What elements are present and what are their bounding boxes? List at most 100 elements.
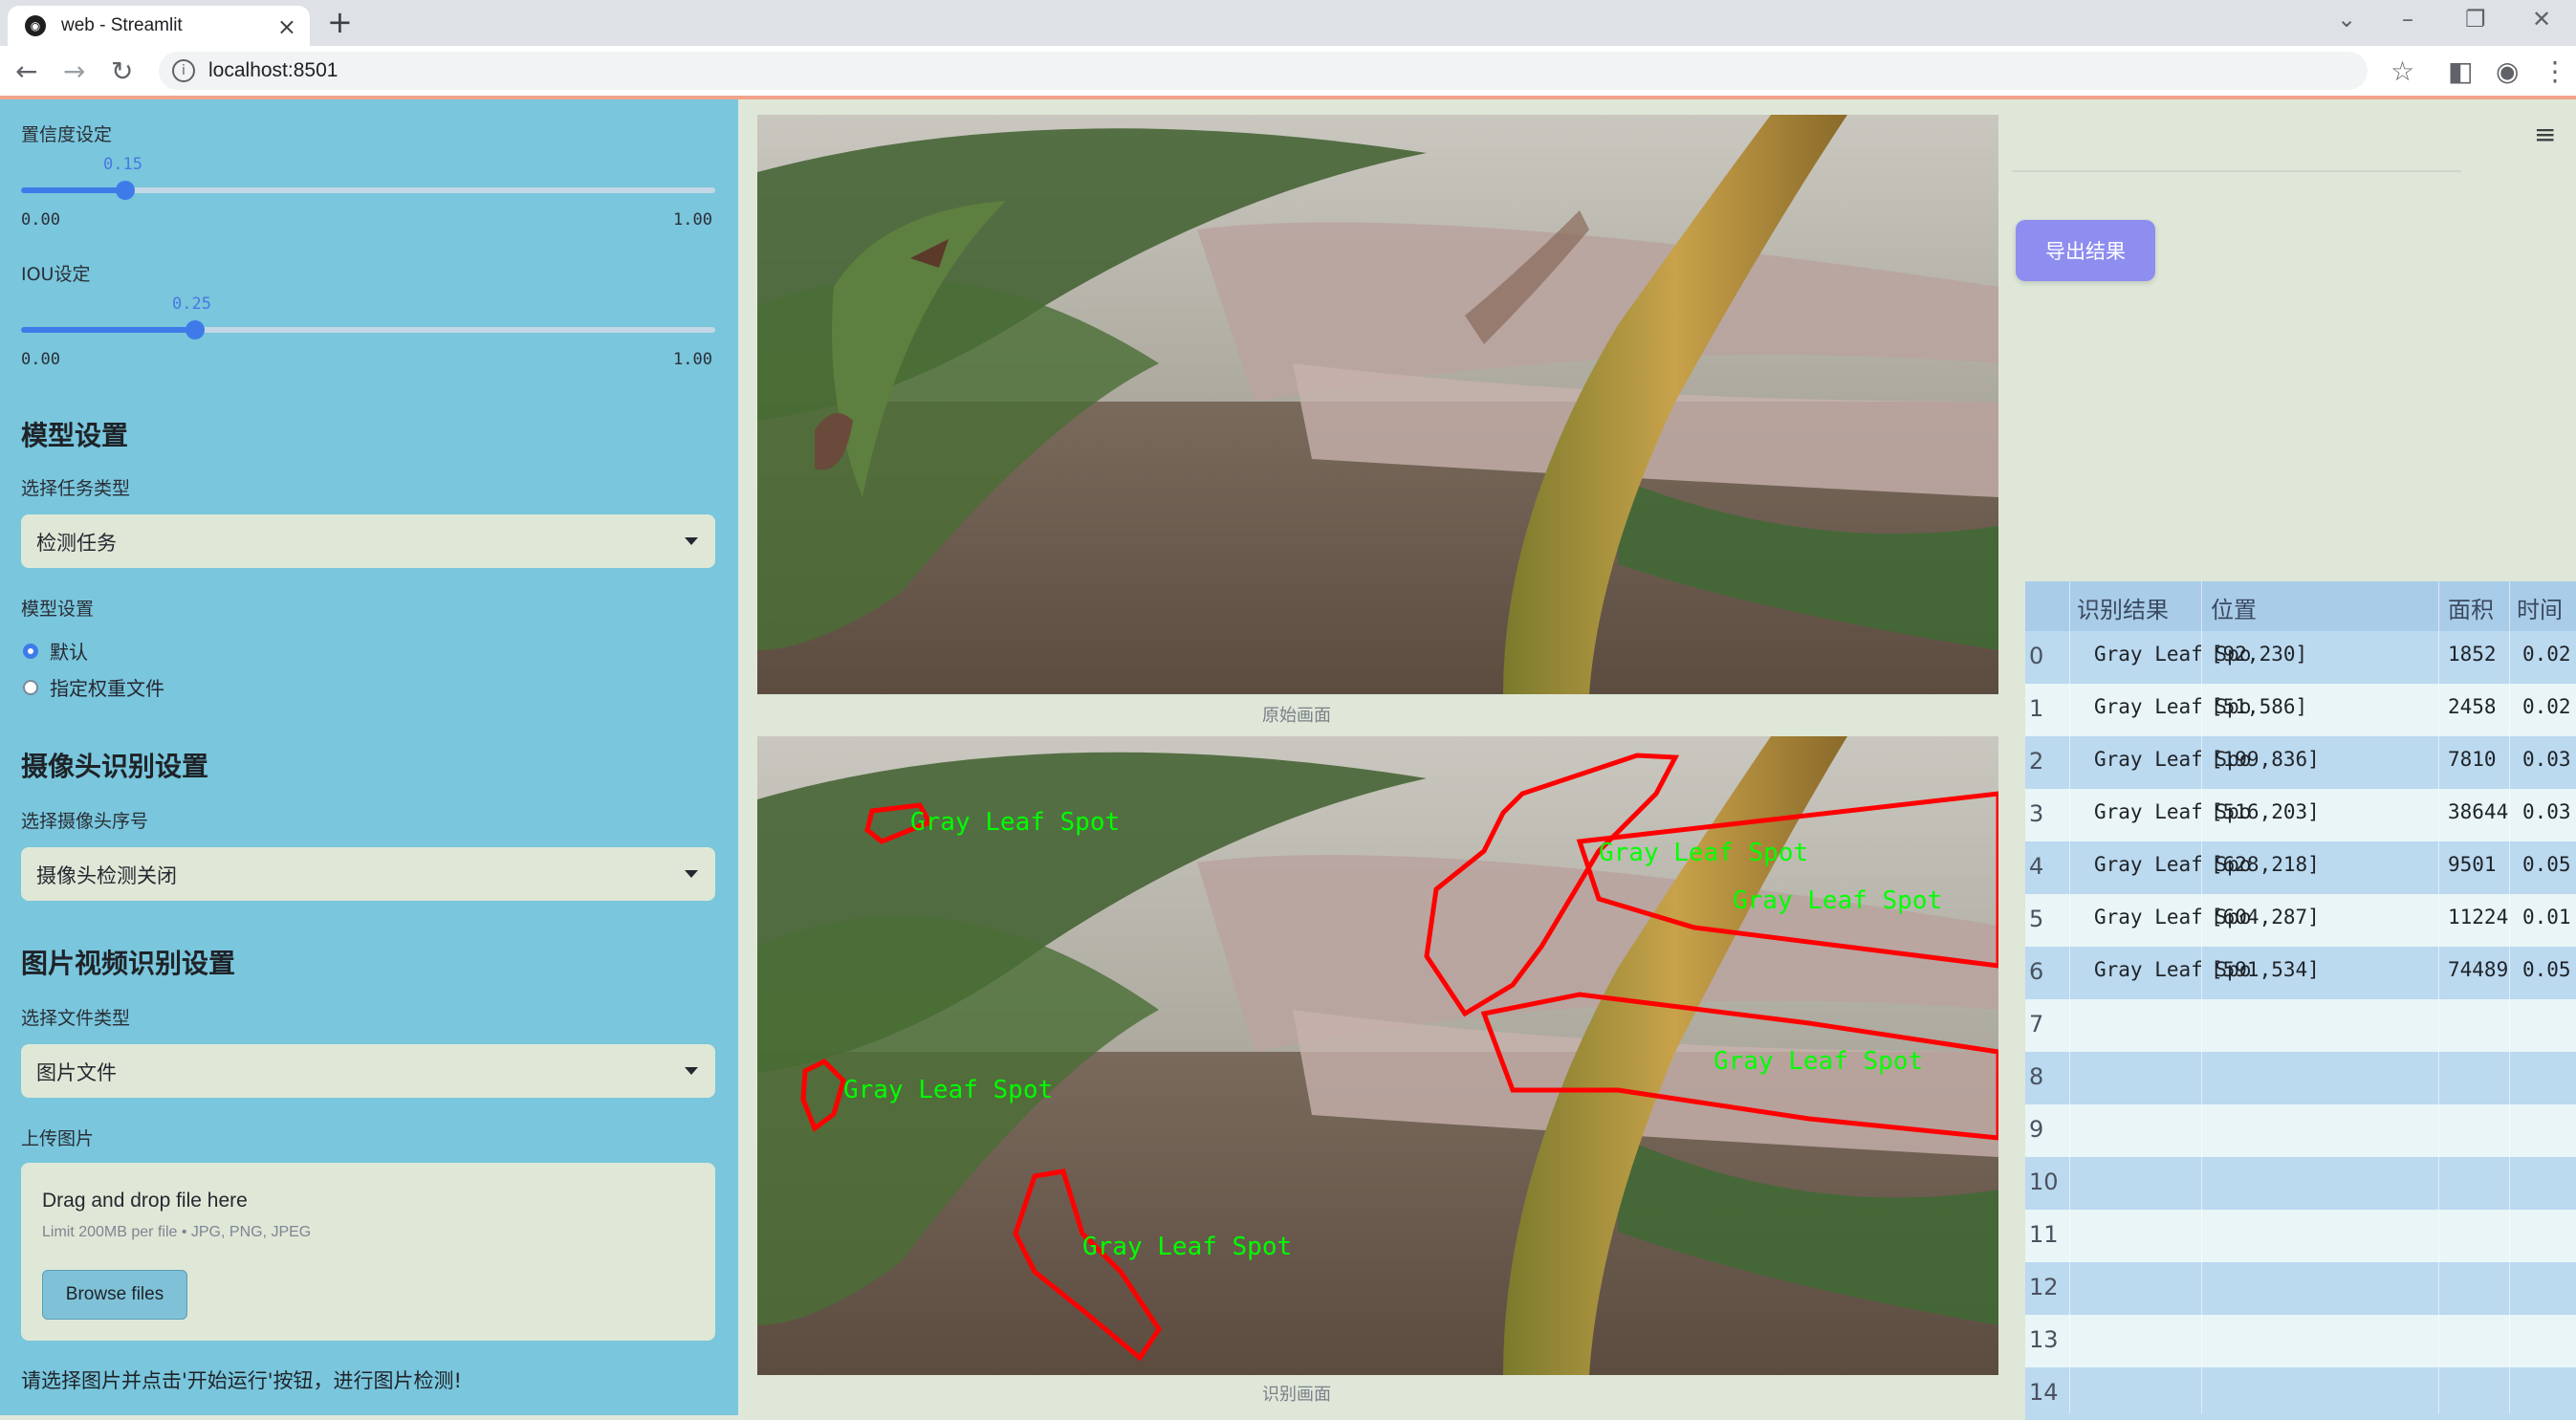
- radio-custom-label: 指定权重文件: [50, 677, 164, 700]
- table-row[interactable]: 11: [2025, 1210, 2576, 1262]
- tab-close-icon[interactable]: ×: [277, 13, 296, 40]
- profile-avatar-icon[interactable]: ◉: [2496, 55, 2519, 87]
- confidence-slider-thumb[interactable]: [116, 181, 135, 200]
- detection-label: Gray Leaf Spot: [1714, 1047, 1923, 1076]
- table-row[interactable]: 4 Gray Leaf Spo [628,218] 9501 0.05: [2025, 841, 2576, 894]
- cell-time: 0.03: [2522, 800, 2571, 823]
- detection-label: Gray Leaf Spot: [1733, 886, 1942, 915]
- table-row[interactable]: 6 Gray Leaf Spo [591,534] 74489 0.05: [2025, 947, 2576, 999]
- confidence-label: 置信度设定: [21, 124, 113, 145]
- hamburger-menu-icon[interactable]: ≡: [2534, 119, 2556, 150]
- chevron-down-icon: [685, 1067, 698, 1075]
- table-header: 识别结果 位置 面积 时间: [2025, 581, 2576, 631]
- browse-files-button[interactable]: Browse files: [42, 1270, 187, 1320]
- dropzone-title: Drag and drop file here: [42, 1190, 248, 1212]
- cell-area: 38644: [2448, 800, 2509, 823]
- table-row[interactable]: 13: [2025, 1315, 2576, 1367]
- column-header[interactable]: 面积: [2448, 591, 2494, 624]
- menu-kebab-icon[interactable]: ⋮: [2542, 55, 2568, 87]
- table-row[interactable]: 14: [2025, 1367, 2576, 1420]
- browser-tab[interactable]: ◉ web - Streamlit ×: [8, 6, 310, 46]
- model-setting-label: 模型设置: [21, 599, 95, 620]
- cell-area: 1852: [2448, 643, 2497, 666]
- row-index: 1: [2029, 695, 2044, 722]
- table-row[interactable]: 0 Gray Leaf Spo [92,230] 1852 0.02: [2025, 631, 2576, 684]
- camera-value: 摄像头检测关闭: [36, 864, 177, 887]
- row-index: 12: [2029, 1274, 2059, 1300]
- cell-time: 0.02: [2522, 643, 2571, 666]
- file-dropzone[interactable]: Drag and drop file here Limit 200MB per …: [21, 1163, 715, 1341]
- forward-icon[interactable]: →: [63, 55, 85, 87]
- row-index: 13: [2029, 1326, 2059, 1353]
- window-close-icon[interactable]: ✕: [2532, 6, 2551, 33]
- row-index: 14: [2029, 1379, 2059, 1406]
- address-bar[interactable]: i localhost:8501: [159, 52, 2368, 90]
- camera-select[interactable]: 摄像头检测关闭: [21, 847, 715, 901]
- back-icon[interactable]: ←: [15, 55, 37, 87]
- cell-time: 0.01: [2522, 906, 2571, 928]
- column-header[interactable]: 位置: [2211, 591, 2257, 624]
- restore-icon[interactable]: ❐: [2465, 6, 2486, 33]
- file-type-select[interactable]: 图片文件: [21, 1044, 715, 1098]
- row-index: 4: [2029, 853, 2044, 880]
- browser-tabbar: ◉ web - Streamlit × + ⌄ – ❐ ✕: [0, 0, 2576, 46]
- radio-default[interactable]: 默认: [23, 637, 88, 665]
- table-row[interactable]: 2 Gray Leaf Spo [199,836] 7810 0.03: [2025, 736, 2576, 789]
- table-row[interactable]: 5 Gray Leaf Spo [604,287] 11224 0.01: [2025, 894, 2576, 947]
- cell-area: 9501: [2448, 853, 2497, 876]
- table-row[interactable]: 10: [2025, 1157, 2576, 1210]
- table-row[interactable]: 7: [2025, 999, 2576, 1052]
- cell-area: 7810: [2448, 748, 2497, 771]
- task-type-value: 检测任务: [36, 532, 117, 555]
- instruction-text: 请选择图片并点击'开始运行'按钮，进行图片检测!: [21, 1369, 462, 1392]
- browser-toolbar: ← → ↻ i localhost:8501 ☆ ◧ ◉ ⋮: [0, 46, 2576, 97]
- site-info-icon[interactable]: i: [172, 59, 195, 82]
- tab-title: web - Streamlit: [61, 15, 183, 35]
- radio-custom-weights[interactable]: 指定权重文件: [23, 673, 164, 701]
- row-index: 3: [2029, 800, 2044, 827]
- column-header[interactable]: 时间: [2517, 591, 2563, 624]
- original-image-drawing: [757, 115, 1998, 694]
- column-divider: [2438, 581, 2439, 1413]
- table-row[interactable]: 8: [2025, 1052, 2576, 1104]
- divider: [2012, 170, 2461, 172]
- result-caption: 识别画面: [1262, 1385, 1331, 1405]
- row-index: 10: [2029, 1169, 2059, 1195]
- task-type-select[interactable]: 检测任务: [21, 514, 715, 568]
- radio-unselected-icon: [23, 679, 38, 695]
- bookmark-star-icon[interactable]: ☆: [2390, 55, 2414, 87]
- export-results-button[interactable]: 导出结果: [2016, 220, 2155, 281]
- table-row[interactable]: 3 Gray Leaf Spo [516,203] 38644 0.03: [2025, 789, 2576, 841]
- cell-time: 0.02: [2522, 695, 2571, 718]
- cell-time: 0.05: [2522, 853, 2571, 876]
- minimize-icon[interactable]: –: [2402, 6, 2413, 33]
- reload-icon[interactable]: ↻: [111, 55, 133, 87]
- cell-position: [591,534]: [2211, 958, 2320, 981]
- side-panel-icon[interactable]: ◧: [2448, 55, 2473, 87]
- table-row[interactable]: 1 Gray Leaf Spo [51,586] 2458 0.02: [2025, 684, 2576, 736]
- url-text: localhost:8501: [208, 59, 338, 81]
- upload-label: 上传图片: [21, 1128, 95, 1149]
- confidence-max: 1.00: [673, 210, 712, 229]
- confidence-slider[interactable]: [21, 181, 715, 200]
- new-tab-icon[interactable]: +: [327, 4, 353, 40]
- original-caption: 原始画面: [1262, 706, 1331, 726]
- table-row[interactable]: 9: [2025, 1104, 2576, 1157]
- tab-search-chevron-icon[interactable]: ⌄: [2337, 6, 2356, 33]
- iou-slider-thumb[interactable]: [186, 320, 205, 339]
- detection-label: Gray Leaf Spot: [910, 808, 1120, 837]
- camera-index-label: 选择摄像头序号: [21, 811, 149, 832]
- column-header[interactable]: 识别结果: [2077, 591, 2169, 624]
- task-type-label: 选择任务类型: [21, 478, 131, 499]
- streamlit-favicon-icon: ◉: [25, 15, 46, 36]
- confidence-min: 0.00: [21, 210, 60, 229]
- cell-area: 11224: [2448, 906, 2509, 928]
- cell-position: [516,203]: [2211, 800, 2320, 823]
- detection-label: Gray Leaf Spot: [1082, 1233, 1292, 1261]
- row-index: 7: [2029, 1011, 2044, 1038]
- iou-slider[interactable]: [21, 320, 715, 339]
- table-row[interactable]: 12: [2025, 1262, 2576, 1315]
- column-divider: [2201, 581, 2202, 1413]
- dropzone-hint: Limit 200MB per file • JPG, PNG, JPEG: [42, 1224, 312, 1240]
- camera-section-title: 摄像头识别设置: [21, 751, 209, 782]
